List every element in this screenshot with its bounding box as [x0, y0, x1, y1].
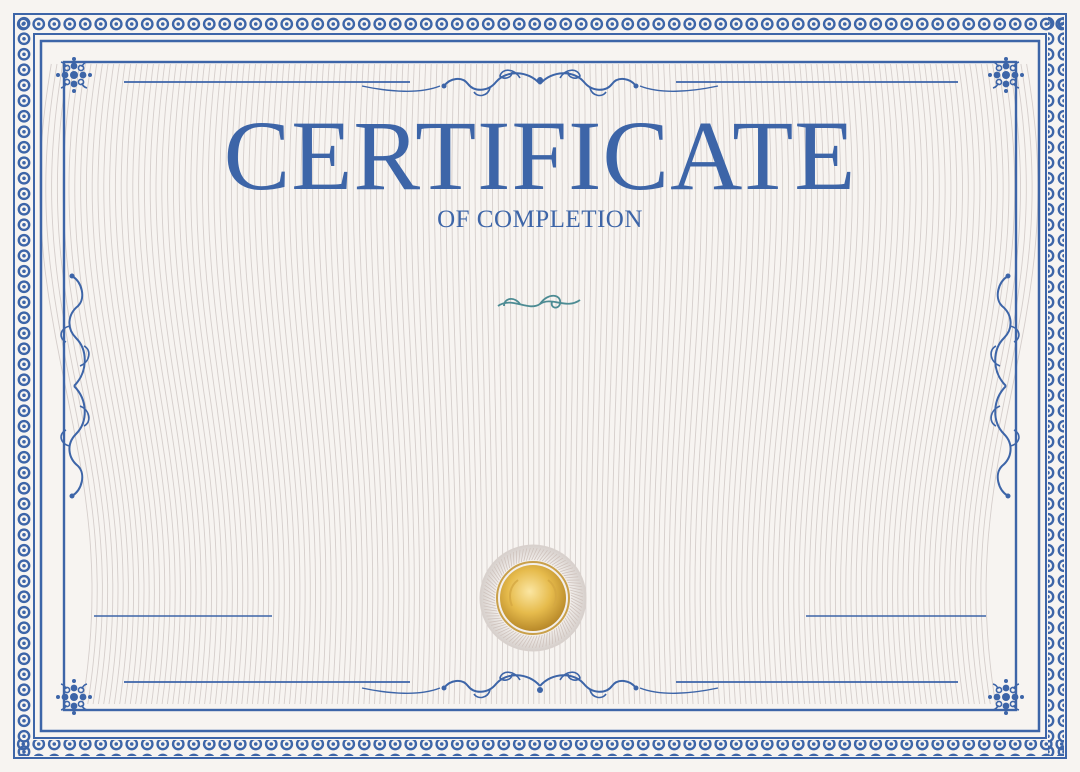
certificate-title: CERTIFICATE — [223, 100, 857, 211]
certificate-subtitle: OF COMPLETION — [437, 206, 643, 233]
gold-seal-icon — [479, 544, 587, 652]
scroll-flourish-icon — [361, 671, 719, 699]
certificate: CERTIFICATE OF COMPLETION — [0, 0, 1080, 772]
